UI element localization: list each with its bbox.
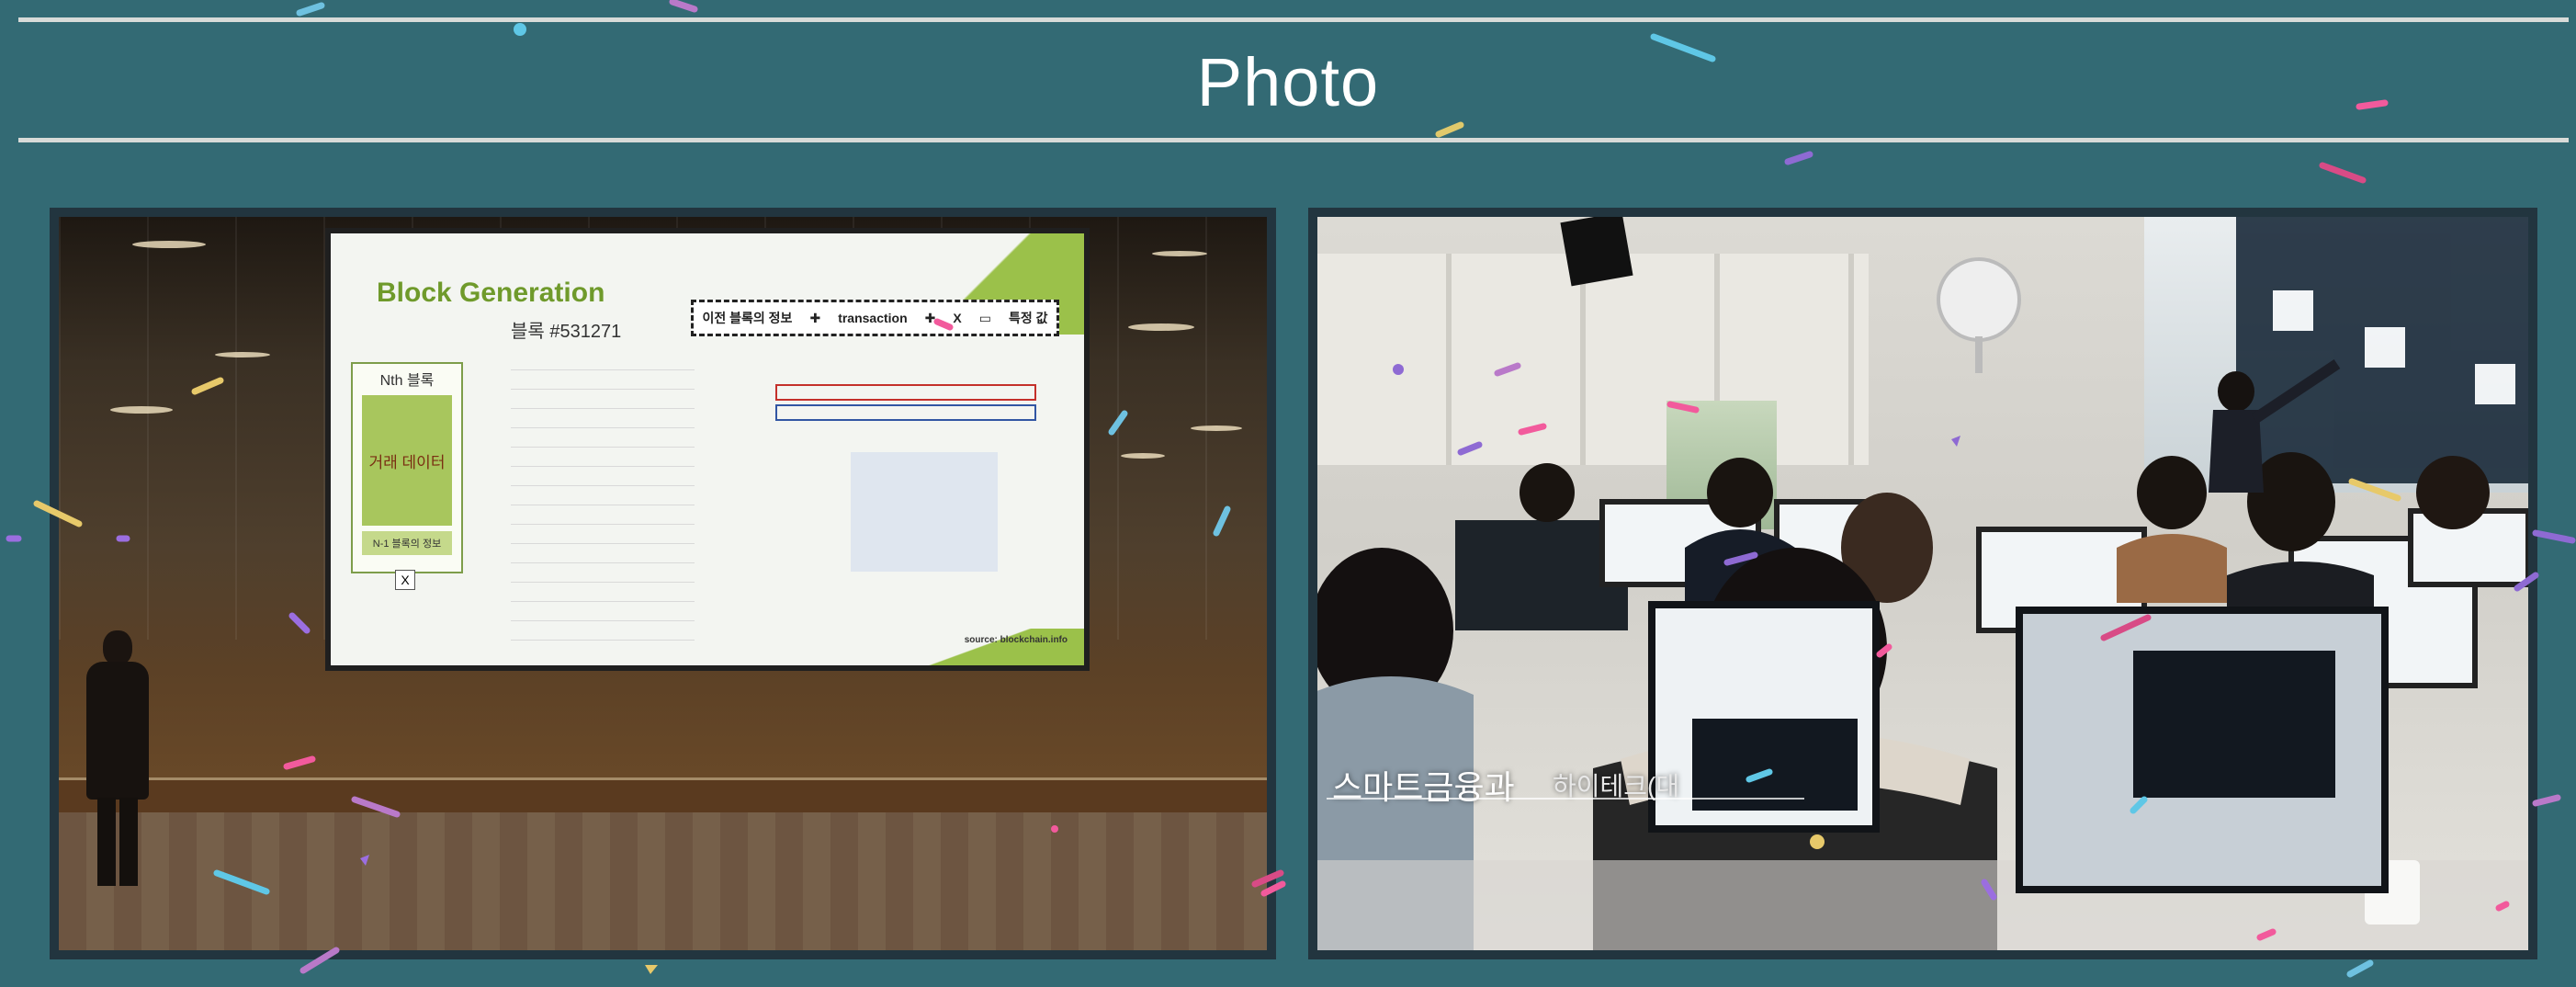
formula-x: X bbox=[953, 311, 962, 325]
prev-block-label: N-1 블록의 정보 bbox=[362, 531, 452, 555]
slide-accent-bottom bbox=[873, 629, 1084, 665]
slide-block-number: 블록 #531271 bbox=[511, 322, 622, 342]
speaker-head bbox=[103, 630, 132, 665]
tx-data-label: 거래 데이터 bbox=[362, 395, 452, 526]
code-pane bbox=[2133, 651, 2335, 798]
student-monitor-right bbox=[2016, 607, 2389, 893]
photo-frame-auditorium[interactable]: Block Generation 블록 #531271 Nth 블록 거래 데이… bbox=[50, 208, 1276, 959]
formula-transaction: transaction bbox=[838, 311, 908, 325]
code-pane bbox=[1692, 719, 1858, 811]
heading-bottom-rule bbox=[18, 138, 2569, 142]
plus-icon: ✚ bbox=[924, 310, 936, 325]
nth-block-label: Nth 블록 bbox=[379, 373, 435, 389]
caption-department: 스마트금융과 bbox=[1332, 768, 1515, 806]
stage-floor bbox=[59, 812, 1267, 950]
slide-ad-box bbox=[851, 452, 998, 572]
photo-frame-classroom[interactable]: 스마트금융과 하이테크(대 bbox=[1308, 208, 2537, 959]
equals-icon: ▭ bbox=[978, 310, 991, 325]
formula-prev-block: 이전 블록의 정보 bbox=[702, 311, 793, 325]
hash-row-highlight-blue bbox=[775, 404, 1036, 421]
speaker-figure bbox=[79, 630, 156, 888]
heading-top-rule bbox=[18, 17, 2569, 22]
nth-block-diagram: Nth 블록 거래 데이터 N-1 블록의 정보 bbox=[351, 362, 463, 573]
plus-icon: ✚ bbox=[809, 310, 821, 325]
hash-row-highlight-red bbox=[775, 384, 1036, 401]
slide-title: Block Generation bbox=[377, 278, 605, 308]
caption-underline bbox=[1327, 798, 1804, 800]
slide-source: source: blockchain.info bbox=[964, 635, 1068, 645]
x-mark: X bbox=[395, 570, 415, 590]
photo-classroom: 스마트금융과 하이테크(대 bbox=[1317, 217, 2528, 950]
photo-auditorium: Block Generation 블록 #531271 Nth 블록 거래 데이… bbox=[59, 217, 1267, 950]
hash-formula: 이전 블록의 정보 ✚ transaction ✚ X ▭ 특정 값 bbox=[691, 300, 1059, 336]
projection-screen: Block Generation 블록 #531271 Nth 블록 거래 데이… bbox=[325, 228, 1090, 671]
page-title: Photo bbox=[1196, 44, 1380, 120]
stage-edge bbox=[59, 777, 1267, 815]
block-detail-table bbox=[511, 351, 695, 650]
formula-nonce: 특정 값 bbox=[1008, 311, 1048, 325]
speaker-legs bbox=[97, 798, 138, 886]
speaker-body bbox=[86, 662, 149, 800]
